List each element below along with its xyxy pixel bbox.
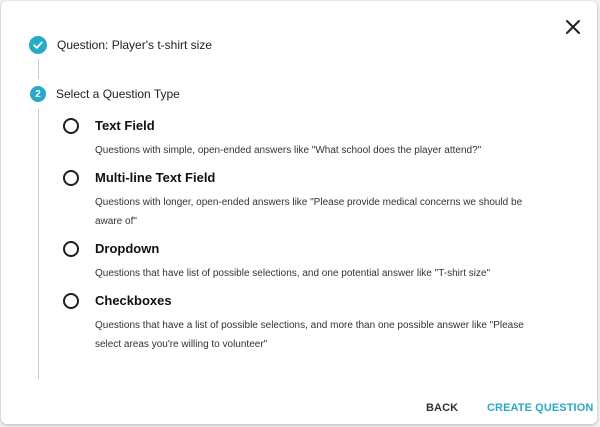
option-description: Questions with longer, open-ended answer… [95,197,523,227]
option-text-field[interactable]: Text Field Questions with simple, open-e… [63,117,563,157]
radio-button[interactable] [63,293,79,309]
option-checkboxes[interactable]: Checkboxes Questions that have a list of… [63,292,563,350]
step-select-type-active: 2 Select a Question Type [30,85,180,103]
create-question-dialog: Question: Player's t-shirt size 2 Select… [1,1,597,424]
step-connector [38,59,39,79]
option-title: Dropdown [95,241,160,256]
option-multi-line-text-field[interactable]: Multi-line Text Field Questions with lon… [63,169,563,227]
step-label: Select a Question Type [56,87,180,101]
step-number-badge: 2 [30,86,46,102]
radio-button[interactable] [63,170,79,186]
step-label: Question: Player's t-shirt size [57,38,213,52]
check-icon [29,36,47,54]
radio-button[interactable] [63,118,79,134]
option-title: Text Field [95,118,155,133]
step-connector [38,109,39,379]
option-description: Questions that have list of possible sel… [95,268,491,279]
close-button[interactable] [561,15,585,39]
dialog-actions: BACK CREATE QUESTION [1,401,597,415]
option-dropdown[interactable]: Dropdown Questions that have list of pos… [63,240,563,280]
create-question-button[interactable]: CREATE QUESTION [487,401,593,415]
option-title: Multi-line Text Field [95,170,216,185]
close-icon [566,20,580,34]
option-title: Checkboxes [95,293,172,308]
step-question-completed: Question: Player's t-shirt size [29,35,212,55]
back-button[interactable]: BACK [426,401,458,415]
radio-button[interactable] [63,241,79,257]
option-description: Questions with simple, open-ended answer… [95,145,482,156]
option-description: Questions that have a list of possible s… [95,320,524,350]
